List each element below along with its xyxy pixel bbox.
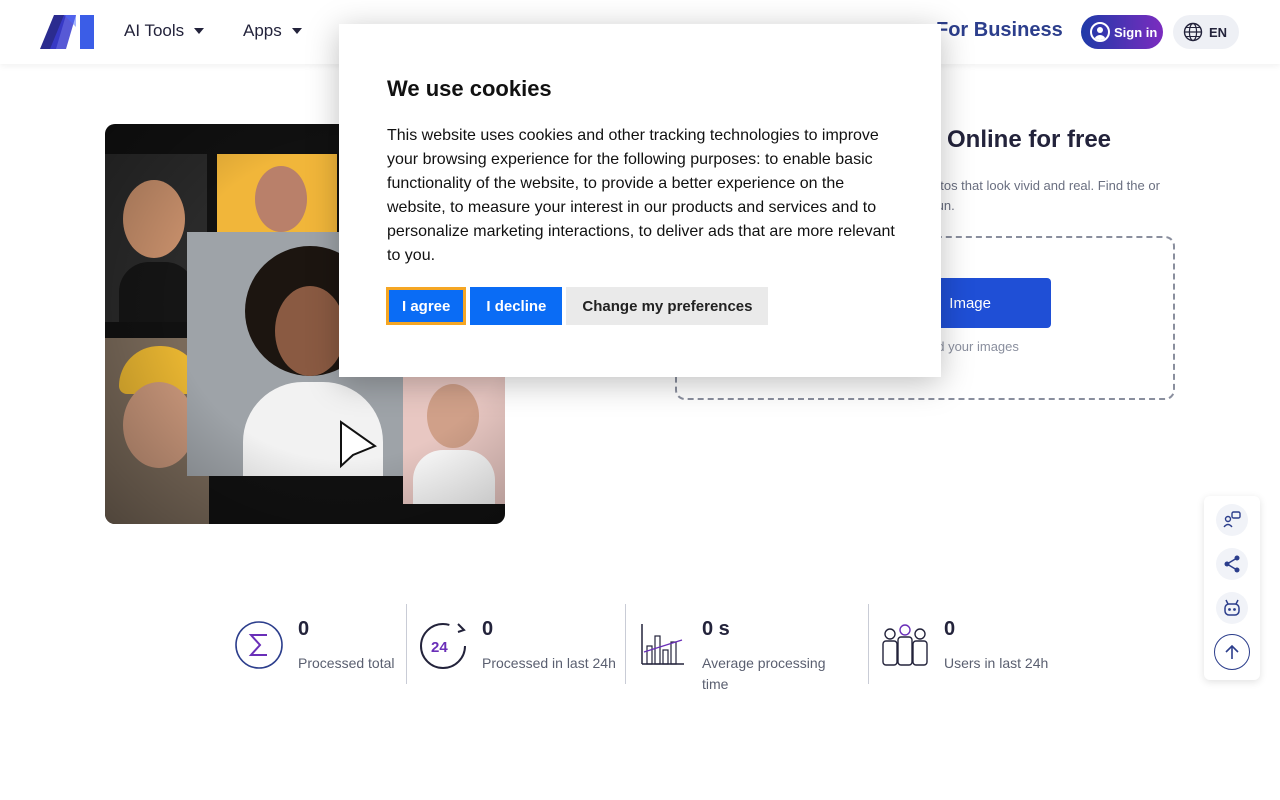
- mouse-cursor-icon: [340, 420, 377, 469]
- cookie-button-row: I agree I decline Change my preferences: [386, 287, 769, 325]
- cookie-overlay: We use cookies This website uses cookies…: [0, 0, 1280, 800]
- decline-button[interactable]: I decline: [470, 287, 563, 325]
- cookie-consent-dialog: We use cookies This website uses cookies…: [339, 24, 941, 377]
- agree-button[interactable]: I agree: [386, 287, 467, 325]
- change-preferences-button[interactable]: Change my preferences: [566, 287, 769, 325]
- cookie-title: We use cookies: [387, 76, 552, 101]
- cookie-body: This website uses cookies and other trac…: [387, 127, 895, 264]
